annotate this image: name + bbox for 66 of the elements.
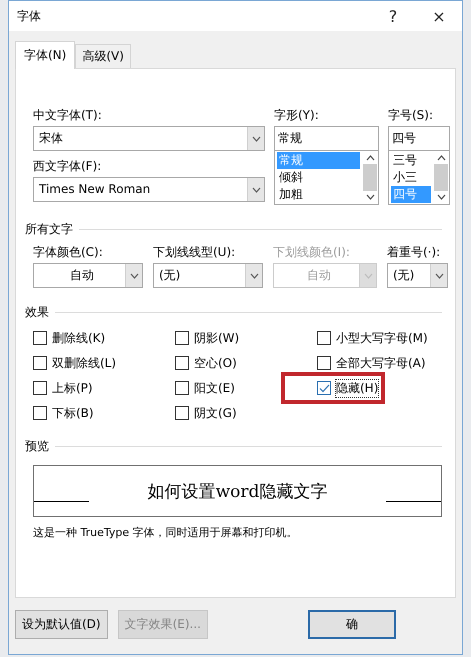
field-label: 中文字体(T): bbox=[33, 107, 103, 124]
style-field[interactable]: 常规 bbox=[274, 126, 379, 151]
checkbox[interactable] bbox=[317, 381, 331, 395]
field-label: 字形(Y): bbox=[274, 107, 320, 124]
preview-text: 如何设置word隐藏文字 bbox=[148, 480, 328, 502]
checkbox-label: 全部大写字母(A) bbox=[336, 354, 426, 372]
button[interactable]: 设为默认值(D) bbox=[15, 610, 108, 639]
tab[interactable]: 字体(N) bbox=[15, 41, 76, 69]
checkbox-label: 删除线(K) bbox=[52, 330, 106, 346]
checkbox-label: 阴文(G) bbox=[194, 404, 237, 422]
chevron-down-icon bbox=[130, 272, 138, 278]
button[interactable]: 确 bbox=[308, 610, 396, 639]
checkbox[interactable] bbox=[175, 356, 189, 370]
scroll-up-icon bbox=[436, 155, 446, 161]
checkbox[interactable] bbox=[33, 356, 47, 370]
checkbox-label: 双删除线(L) bbox=[52, 354, 116, 372]
scroll-thumb[interactable] bbox=[434, 164, 448, 191]
scroll-down-icon bbox=[366, 194, 374, 200]
checkbox[interactable] bbox=[33, 406, 47, 420]
checkbox-label: 隐藏(H) bbox=[336, 380, 378, 396]
chevron-down-icon bbox=[252, 136, 260, 142]
font-dropdown[interactable]: 宋体 bbox=[33, 126, 265, 151]
checkbox[interactable] bbox=[33, 331, 47, 345]
description-text: 这是一种 TrueType 字体，同时适用于屏幕和打印机。 bbox=[33, 525, 299, 540]
window-title: 字体 bbox=[17, 8, 41, 24]
chevron-down-icon bbox=[250, 272, 258, 278]
checkbox[interactable] bbox=[317, 356, 331, 370]
field-label: 字体颜色(C): bbox=[33, 244, 104, 261]
size-field[interactable]: 四号 bbox=[388, 126, 450, 151]
scroll-thumb[interactable] bbox=[363, 164, 377, 191]
help-button[interactable]: ? bbox=[370, 1, 416, 31]
checkbox[interactable] bbox=[33, 381, 47, 395]
checkbox[interactable] bbox=[175, 406, 189, 420]
scroll-down-icon bbox=[436, 194, 446, 200]
chevron-down-icon bbox=[364, 272, 372, 278]
checkbox-label: 阳文(E) bbox=[194, 380, 235, 396]
field-label: 下划线线型(U): bbox=[153, 244, 236, 261]
checkbox[interactable] bbox=[175, 381, 189, 395]
dropdown[interactable]: (无) bbox=[153, 263, 263, 288]
list-item[interactable]: 小三 bbox=[391, 169, 431, 186]
close-button[interactable]: × bbox=[416, 1, 462, 31]
checkbox-label: 上标(P) bbox=[52, 380, 93, 396]
scroll-up-icon bbox=[366, 155, 374, 161]
check-icon bbox=[318, 384, 330, 392]
checkbox-label: 下标(B) bbox=[52, 404, 94, 422]
checkbox-label: 小型大写字母(M) bbox=[336, 330, 428, 346]
field-label: 着重号(·): bbox=[387, 244, 442, 261]
checkbox[interactable] bbox=[175, 331, 189, 345]
dropdown[interactable]: 自动 bbox=[33, 263, 143, 288]
section-heading: 效果 bbox=[25, 304, 49, 321]
field-label: 下划线颜色(I): bbox=[273, 244, 351, 261]
list-item[interactable]: 三号 bbox=[391, 152, 431, 169]
checkbox[interactable] bbox=[317, 331, 331, 345]
chevron-down-icon bbox=[252, 186, 260, 192]
list-item[interactable]: 倾斜 bbox=[277, 169, 360, 186]
field-label: 西文字体(F): bbox=[33, 158, 102, 175]
tab[interactable]: 高级(V) bbox=[75, 44, 131, 68]
section-heading: 预览 bbox=[25, 438, 49, 455]
checkbox-label: 空心(O) bbox=[194, 354, 237, 372]
checkbox-label: 阴影(W) bbox=[194, 330, 240, 346]
chevron-down-icon bbox=[434, 272, 444, 278]
font-dropdown[interactable]: Times New Roman bbox=[33, 177, 265, 202]
field-label: 字号(S): bbox=[388, 107, 434, 124]
section-heading: 所有文字 bbox=[25, 221, 73, 238]
dropdown[interactable]: (无) bbox=[387, 263, 448, 288]
list-item[interactable]: 加粗 bbox=[277, 186, 360, 203]
